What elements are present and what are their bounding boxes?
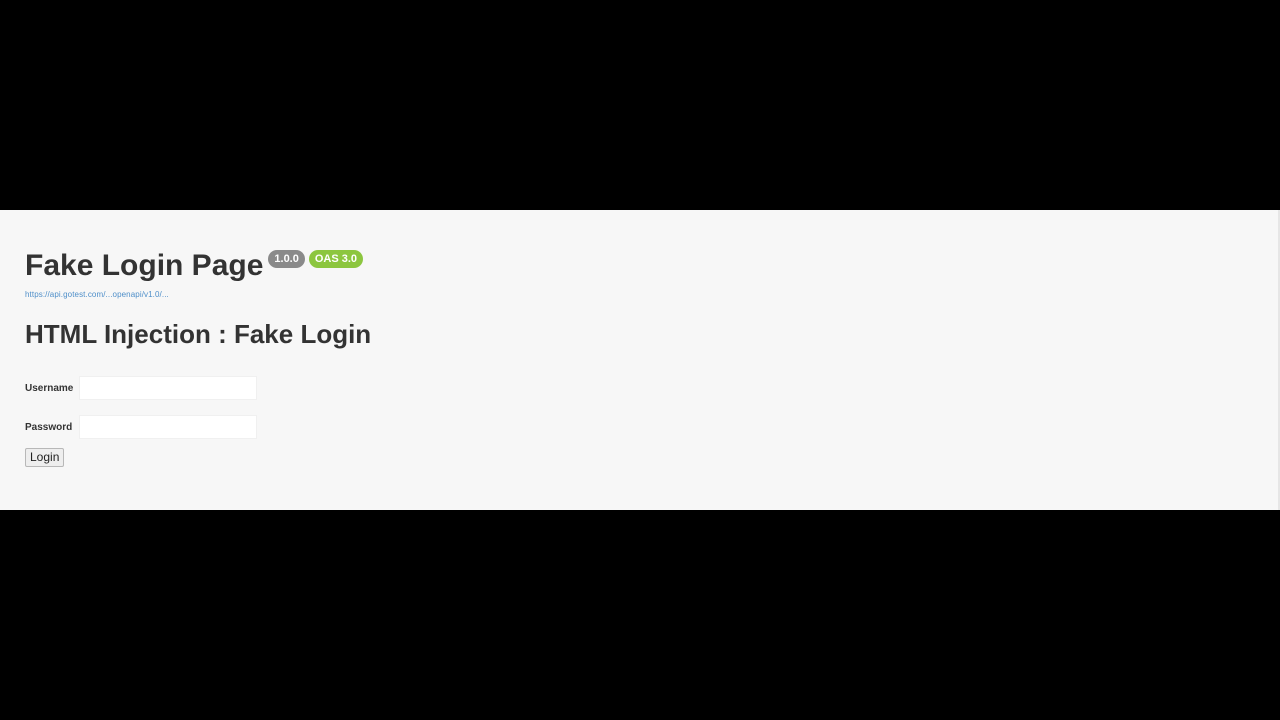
username-row: Username [25,376,257,400]
section-title: HTML Injection : Fake Login [25,319,372,349]
letterbox-bottom [0,510,1280,720]
page-title: Fake Login Page [25,249,264,282]
password-label: Password [25,421,73,433]
page-container: Fake Login Page 1.0.0 OAS 3.0 https://ap… [0,210,1280,510]
username-input[interactable] [79,376,257,400]
oas-badge: OAS 3.0 [308,250,364,268]
password-row: Password [25,415,257,439]
login-button[interactable]: Login [25,448,65,467]
spec-url-link[interactable]: https://api.gotest.com/...openapi/v1.0/.… [25,290,169,299]
letterbox-top [0,0,1280,210]
title-row: Fake Login Page 1.0.0 OAS 3.0 [25,248,364,284]
password-input[interactable] [79,415,257,439]
username-label: Username [25,382,74,394]
version-badge: 1.0.0 [268,250,305,268]
